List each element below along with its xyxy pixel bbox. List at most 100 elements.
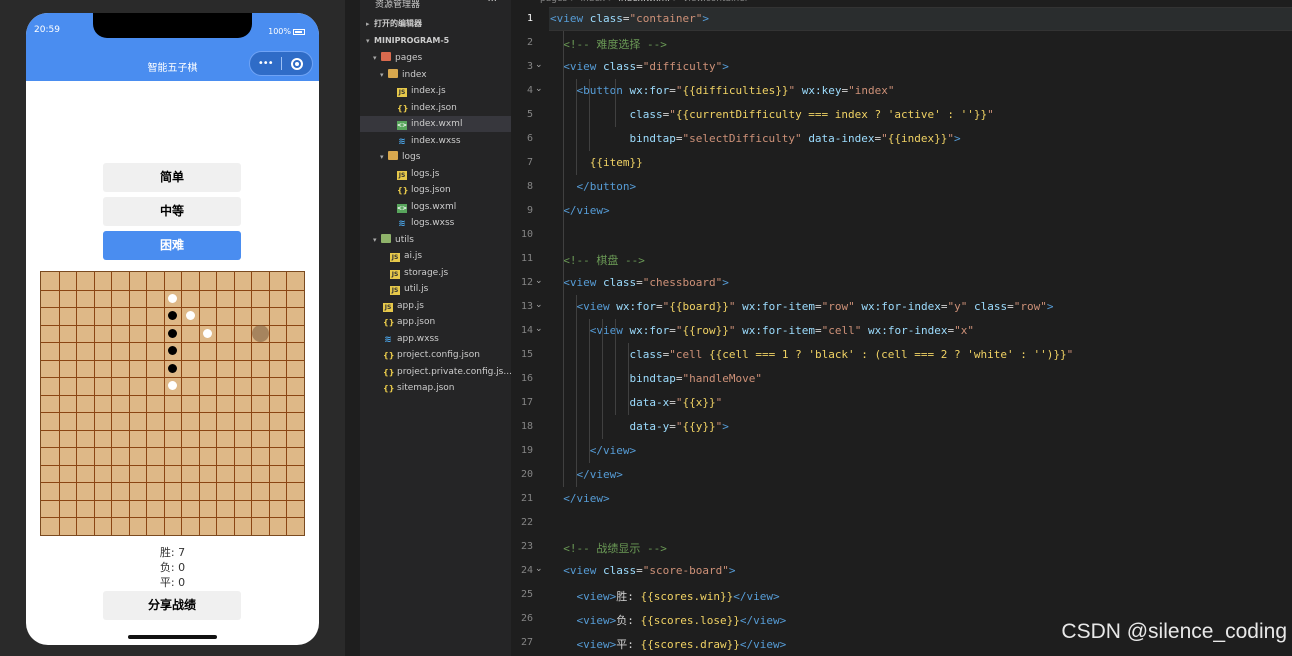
board-gridline — [41, 517, 304, 519]
open-editors-section[interactable]: ▸ 打开的编辑器 — [360, 16, 511, 32]
indent-guide — [563, 31, 564, 487]
chevron-down-icon: ▾ — [373, 235, 377, 244]
indent-guide — [628, 343, 629, 415]
tree-item-util-js[interactable]: JS util.js — [360, 281, 511, 297]
tree-item-label: project.private.config.js... — [397, 366, 512, 377]
score-win: 胜: 7 — [159, 546, 186, 559]
line-number: 21 — [520, 493, 533, 504]
tree-item-app-wxss[interactable]: ≋ app.wxss — [360, 331, 511, 347]
tree-item-sitemap-json[interactable]: {} sitemap.json — [360, 380, 511, 396]
difficulty-button-medium[interactable]: 中等 — [103, 197, 241, 226]
code-line[interactable]: <view>胜: {{scores.win}}</view> — [550, 588, 780, 604]
file-explorer: 资源管理器 ··· ▸ 打开的编辑器 ▾ MINIPROGRAM-5 ▾ pages ▾… — [360, 0, 512, 656]
line-number: 8 — [526, 181, 533, 192]
code-line[interactable]: <!-- 战绩显示 --> — [550, 540, 667, 556]
tree-item-index[interactable]: ▾ index — [360, 67, 511, 83]
tree-item-index-js[interactable]: JS index.js — [360, 83, 511, 99]
code-line[interactable]: bindtap="selectDifficulty" data-index="{… — [550, 132, 960, 145]
tree-item-index-wxss[interactable]: ≋ index.wxss — [360, 133, 511, 149]
code-line[interactable]: <view class="difficulty"> — [550, 60, 729, 73]
board-gridline — [93, 272, 95, 535]
board-gridline — [41, 289, 304, 291]
phone-notch — [93, 13, 252, 38]
fold-chevron-icon[interactable]: ⌄ — [535, 84, 543, 94]
indent-guide — [589, 319, 590, 463]
wxss-file-icon: ≋ — [398, 136, 406, 147]
tree-item-label: app.json — [397, 317, 436, 327]
tree-item-index-json[interactable]: {} index.json — [360, 100, 511, 116]
fold-chevron-icon[interactable]: ⌄ — [535, 564, 543, 574]
code-editor[interactable]: pages > index > index.wxml > view.contai… — [511, 0, 1292, 656]
breadcrumb-item[interactable]: index.wxml — [618, 0, 669, 4]
code-line[interactable]: <!-- 难度选择 --> — [550, 36, 667, 52]
board-gridline — [146, 272, 148, 535]
tree-item-project-config-json[interactable]: {} project.config.json — [360, 347, 511, 363]
tree-item-label: logs.wxml — [411, 201, 457, 212]
capsule-button[interactable]: ••• — [249, 51, 313, 76]
board-gridline — [41, 377, 304, 379]
line-number: 15 — [520, 349, 533, 360]
panel-divider[interactable] — [345, 0, 360, 656]
code-line[interactable]: </view> — [550, 492, 609, 505]
code-line[interactable]: <button wx:for="{{difficulties}}" wx:key… — [550, 84, 895, 97]
code-line[interactable]: <view class="chessboard"> — [550, 276, 729, 289]
line-number: 11 — [520, 253, 533, 264]
tree-item-ai-js[interactable]: JS ai.js — [360, 248, 511, 264]
line-number: 20 — [520, 469, 533, 480]
tree-item-app-json[interactable]: {} app.json — [360, 314, 511, 330]
line-number: 3 — [526, 61, 533, 72]
code-line[interactable]: <view class="container"> — [550, 12, 709, 25]
more-icon[interactable]: ··· — [487, 0, 497, 7]
code-line[interactable]: class="{{currentDifficulty === index ? '… — [550, 108, 993, 121]
tree-item-label: logs.json — [411, 185, 451, 195]
code-line[interactable]: <view>负: {{scores.lose}}</view> — [550, 612, 787, 628]
code-line[interactable]: <view wx:for="{{row}}" wx:for-item="cell… — [550, 324, 974, 337]
indent-guide — [615, 319, 616, 415]
tree-item-pages[interactable]: ▾ pages — [360, 50, 511, 66]
board-gridline — [41, 464, 304, 466]
tree-item-logs[interactable]: ▾ logs — [360, 149, 511, 165]
breadcrumb-item[interactable]: index — [580, 0, 605, 4]
code-line[interactable]: <!-- 棋盘 --> — [550, 252, 645, 268]
tree-item-storage-js[interactable]: JS storage.js — [360, 265, 511, 281]
difficulty-button-easy[interactable]: 简单 — [103, 163, 241, 192]
project-section[interactable]: ▾ MINIPROGRAM-5 — [360, 33, 511, 49]
battery-icon — [293, 28, 305, 35]
explorer-title: 资源管理器 — [375, 0, 421, 10]
code-line[interactable]: <view>平: {{scores.draw}}</view> — [550, 636, 787, 652]
close-miniprogram-icon[interactable] — [282, 57, 313, 70]
black-stone — [168, 363, 177, 373]
tree-item-project-private-config-js-[interactable]: {} project.private.config.js... — [360, 364, 512, 380]
more-menu-icon[interactable]: ••• — [250, 58, 281, 69]
indent-guide — [589, 79, 590, 151]
fold-chevron-icon[interactable]: ⌄ — [535, 300, 543, 310]
code-line[interactable]: </view> — [550, 468, 623, 481]
code-line[interactable]: </view> — [550, 204, 609, 217]
tree-item-logs-json[interactable]: {} logs.json — [360, 182, 511, 198]
chevron-down-icon: ▾ — [380, 70, 384, 79]
breadcrumb-item[interactable]: view.container — [683, 0, 748, 4]
code-line[interactable]: <view class="score-board"> — [550, 564, 735, 577]
share-button[interactable]: 分享战绩 — [103, 591, 241, 620]
code-line[interactable]: bindtap="handleMove" — [550, 372, 761, 385]
tree-item-logs-js[interactable]: JS logs.js — [360, 166, 511, 182]
line-number: 10 — [520, 229, 533, 240]
fold-chevron-icon[interactable]: ⌄ — [535, 324, 543, 334]
breadcrumb-item[interactable]: pages — [540, 0, 567, 4]
fold-chevron-icon[interactable]: ⌄ — [535, 276, 543, 286]
js-file-icon: JS — [383, 302, 393, 312]
tree-item-label: logs.wxss — [411, 218, 455, 228]
chessboard[interactable] — [40, 271, 305, 536]
tree-item-index-wxml[interactable]: <> index.wxml — [360, 116, 511, 132]
fold-chevron-icon[interactable]: ⌄ — [535, 60, 543, 70]
board-gridline — [41, 342, 304, 344]
tree-item-utils[interactable]: ▾ utils — [360, 232, 511, 248]
indent-guide — [576, 79, 577, 175]
js-file-icon: JS — [390, 253, 400, 262]
tree-item-logs-wxss[interactable]: ≋ logs.wxss — [360, 215, 511, 231]
tree-item-app-js[interactable]: JS app.js — [360, 298, 511, 314]
code-line[interactable]: <view wx:for="{{board}}" wx:for-item="ro… — [550, 300, 1054, 313]
difficulty-button-hard[interactable]: 困难 — [103, 231, 241, 260]
tree-item-logs-wxml[interactable]: <> logs.wxml — [360, 199, 511, 215]
indent-guide — [615, 79, 616, 127]
